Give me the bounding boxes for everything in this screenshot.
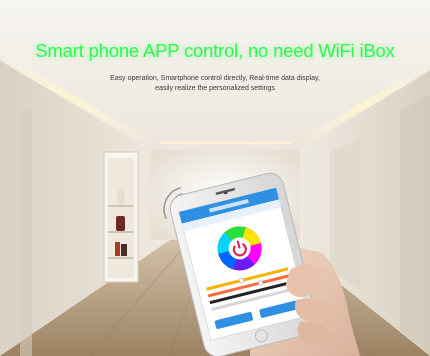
subtitle-line-2: easily realize the personalized settings xyxy=(155,85,275,92)
promo-scene: Smart phone APP control, no need WiFi iB… xyxy=(0,0,430,356)
headline: Smart phone APP control, no need WiFi iB… xyxy=(35,40,395,61)
subtitle: Easy operation, Smartphone control direc… xyxy=(0,74,430,94)
subtitle-line-1: Easy operation, Smartphone control direc… xyxy=(110,75,320,82)
